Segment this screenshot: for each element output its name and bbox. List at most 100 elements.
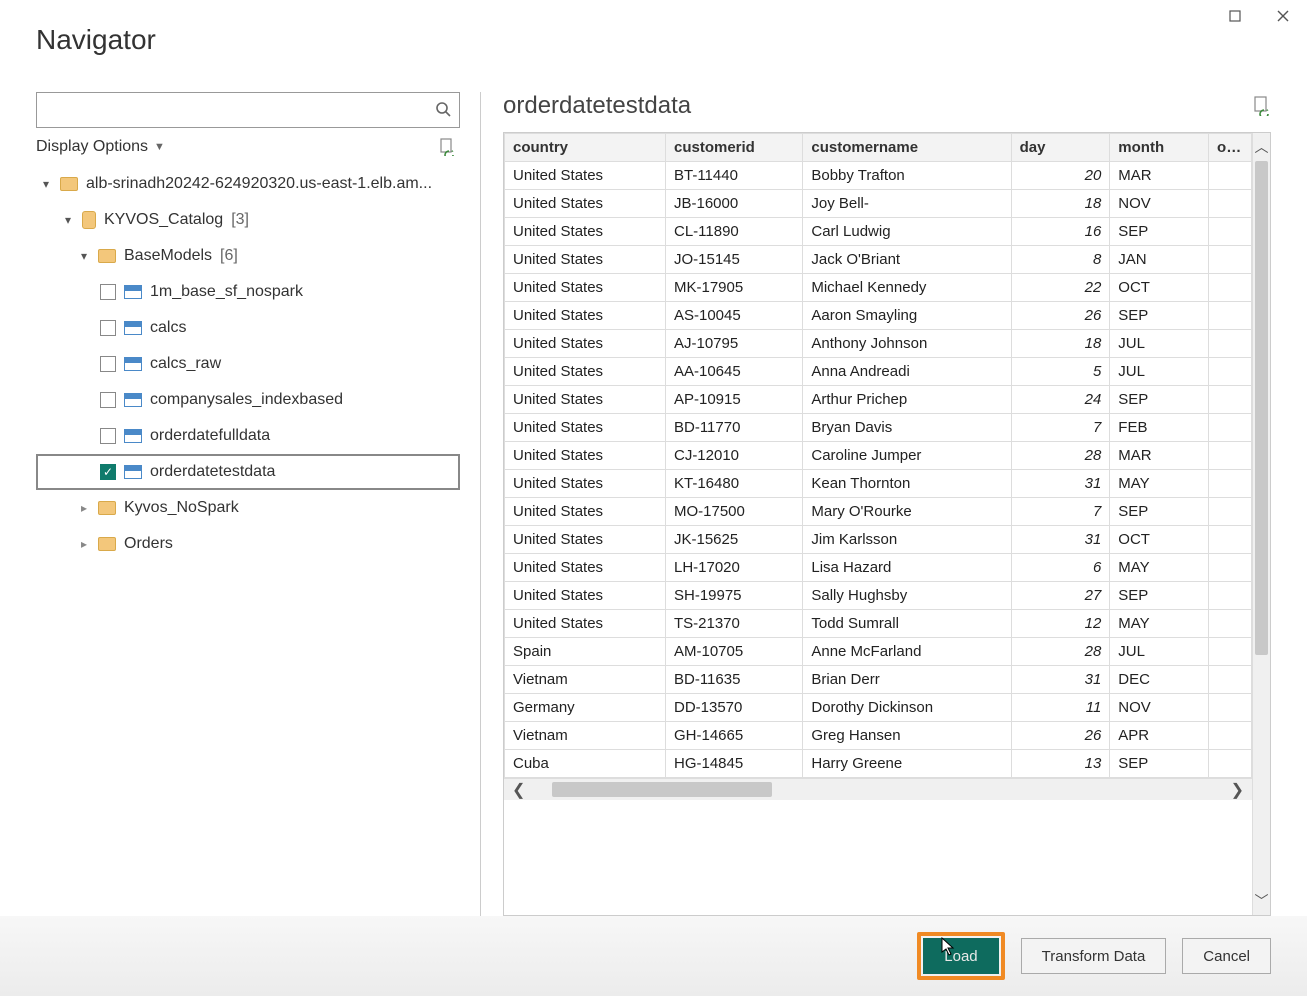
table-row[interactable]: United StatesCJ-12010Caroline Jumper28MA… — [505, 442, 1252, 470]
tree-item-orderdatetestdata[interactable]: ✓orderdatetestdata — [36, 454, 460, 490]
search-box[interactable] — [36, 92, 460, 128]
cell-customername: Mary O'Rourke — [803, 498, 1011, 526]
horizontal-scrollbar[interactable]: ❮ ❯ — [504, 778, 1252, 800]
cell-order — [1209, 246, 1252, 274]
cancel-button[interactable]: Cancel — [1182, 938, 1271, 974]
tree-label: Orders — [124, 535, 173, 553]
cell-day: 28 — [1011, 442, 1110, 470]
table-icon — [124, 393, 142, 407]
checkbox[interactable] — [100, 392, 116, 408]
scroll-right-icon[interactable]: ❯ — [1223, 780, 1252, 800]
checkbox[interactable] — [100, 428, 116, 444]
expander-icon[interactable]: ▾ — [62, 213, 74, 227]
tree-item-1m_base_sf_nospark[interactable]: 1m_base_sf_nospark — [36, 274, 460, 310]
cell-order — [1209, 610, 1252, 638]
cell-country: United States — [505, 582, 666, 610]
cell-month: SEP — [1110, 386, 1209, 414]
tree-node-orders[interactable]: ▸ Orders — [36, 526, 460, 562]
cell-order — [1209, 330, 1252, 358]
vertical-scrollbar[interactable]: ︿ ﹀ — [1252, 133, 1270, 915]
table-row[interactable]: GermanyDD-13570Dorothy Dickinson11NOV — [505, 694, 1252, 722]
cell-country: United States — [505, 330, 666, 358]
tree-item-calcs_raw[interactable]: calcs_raw — [36, 346, 460, 382]
display-options-dropdown[interactable]: Display Options ▼ — [36, 138, 165, 156]
transform-data-button[interactable]: Transform Data — [1021, 938, 1167, 974]
checkbox[interactable] — [100, 284, 116, 300]
column-header-day[interactable]: day — [1011, 134, 1110, 162]
tree-label: KYVOS_Catalog — [104, 211, 223, 229]
scroll-down-icon[interactable]: ﹀ — [1255, 887, 1269, 915]
column-header-customername[interactable]: customername — [803, 134, 1011, 162]
maximize-button[interactable] — [1219, 4, 1251, 28]
tree-node-server[interactable]: ▾ alb-srinadh20242-624920320.us-east-1.e… — [36, 166, 460, 202]
table-row[interactable]: VietnamGH-14665Greg Hansen26APR — [505, 722, 1252, 750]
cell-month: SEP — [1110, 498, 1209, 526]
cell-customerid: BD-11635 — [665, 666, 802, 694]
table-row[interactable]: United StatesLH-17020Lisa Hazard6MAY — [505, 554, 1252, 582]
cell-day: 31 — [1011, 666, 1110, 694]
table-row[interactable]: VietnamBD-11635Brian Derr31DEC — [505, 666, 1252, 694]
refresh-preview-icon[interactable] — [1253, 97, 1271, 115]
search-icon[interactable] — [435, 101, 451, 120]
cell-customername: Jack O'Briant — [803, 246, 1011, 274]
scroll-up-icon[interactable]: ︿ — [1255, 133, 1269, 161]
tree-node-basemodels[interactable]: ▾ BaseModels [6] — [36, 238, 460, 274]
close-button[interactable] — [1267, 4, 1299, 28]
tree-node-catalog[interactable]: ▾ KYVOS_Catalog [3] — [36, 202, 460, 238]
cell-month: SEP — [1110, 218, 1209, 246]
tree-item-calcs[interactable]: calcs — [36, 310, 460, 346]
column-header-country[interactable]: country — [505, 134, 666, 162]
cell-customerid: JO-15145 — [665, 246, 802, 274]
load-button[interactable]: Load — [923, 938, 998, 974]
cell-day: 18 — [1011, 330, 1110, 358]
table-row[interactable]: United StatesJK-15625Jim Karlsson31OCT — [505, 526, 1252, 554]
expander-icon[interactable]: ▾ — [40, 177, 52, 191]
checkbox[interactable] — [100, 356, 116, 372]
table-row[interactable]: United StatesBD-11770Bryan Davis7FEB — [505, 414, 1252, 442]
cell-customerid: TS-21370 — [665, 610, 802, 638]
column-header-order[interactable]: order — [1209, 134, 1252, 162]
cell-customerid: KT-16480 — [665, 470, 802, 498]
column-header-month[interactable]: month — [1110, 134, 1209, 162]
cell-customerid: CJ-12010 — [665, 442, 802, 470]
column-header-customerid[interactable]: customerid — [665, 134, 802, 162]
table-row[interactable]: United StatesSH-19975Sally Hughsby27SEP — [505, 582, 1252, 610]
table-row[interactable]: United StatesCL-11890Carl Ludwig16SEP — [505, 218, 1252, 246]
checkbox[interactable] — [100, 320, 116, 336]
table-row[interactable]: United StatesMO-17500Mary O'Rourke7SEP — [505, 498, 1252, 526]
scroll-left-icon[interactable]: ❮ — [504, 780, 533, 800]
expander-icon[interactable]: ▸ — [78, 501, 90, 515]
tree-node-kyvos-nospark[interactable]: ▸ Kyvos_NoSpark — [36, 490, 460, 526]
cell-day: 20 — [1011, 162, 1110, 190]
expander-icon[interactable]: ▸ — [78, 537, 90, 551]
table-row[interactable]: United StatesAA-10645Anna Andreadi5JUL — [505, 358, 1252, 386]
table-row[interactable]: United StatesAJ-10795Anthony Johnson18JU… — [505, 330, 1252, 358]
table-row[interactable]: United StatesJO-15145Jack O'Briant8JAN — [505, 246, 1252, 274]
search-input[interactable] — [45, 101, 435, 119]
chevron-down-icon: ▼ — [154, 141, 165, 153]
tree-item-label: companysales_indexbased — [150, 391, 343, 409]
cell-month: MAY — [1110, 554, 1209, 582]
table-row[interactable]: SpainAM-10705Anne McFarland28JUL — [505, 638, 1252, 666]
tree-item-label: orderdatefulldata — [150, 427, 270, 445]
tree-item-orderdatefulldata[interactable]: orderdatefulldata — [36, 418, 460, 454]
tree-item-companysales_indexbased[interactable]: companysales_indexbased — [36, 382, 460, 418]
table-row[interactable]: United StatesAP-10915Arthur Prichep24SEP — [505, 386, 1252, 414]
table-row[interactable]: United StatesKT-16480Kean Thornton31MAY — [505, 470, 1252, 498]
table-row[interactable]: United StatesTS-21370Todd Sumrall12MAY — [505, 610, 1252, 638]
table-row[interactable]: United StatesAS-10045Aaron Smayling26SEP — [505, 302, 1252, 330]
cell-day: 31 — [1011, 470, 1110, 498]
table-icon — [124, 465, 142, 479]
table-row[interactable]: United StatesBT-11440Bobby Trafton20MAR — [505, 162, 1252, 190]
expander-icon[interactable]: ▾ — [78, 249, 90, 263]
table-row[interactable]: United StatesMK-17905Michael Kennedy22OC… — [505, 274, 1252, 302]
navigator-tree[interactable]: ▾ alb-srinadh20242-624920320.us-east-1.e… — [36, 166, 460, 916]
table-row[interactable]: CubaHG-14845Harry Greene13SEP — [505, 750, 1252, 778]
scroll-thumb[interactable] — [552, 782, 772, 797]
checkbox[interactable]: ✓ — [100, 464, 116, 480]
scroll-thumb[interactable] — [1255, 161, 1268, 655]
preview-grid[interactable]: countrycustomeridcustomernamedaymonthord… — [504, 133, 1252, 915]
refresh-icon[interactable] — [438, 138, 456, 156]
cell-country: Spain — [505, 638, 666, 666]
table-row[interactable]: United StatesJB-16000Joy Bell-18NOV — [505, 190, 1252, 218]
